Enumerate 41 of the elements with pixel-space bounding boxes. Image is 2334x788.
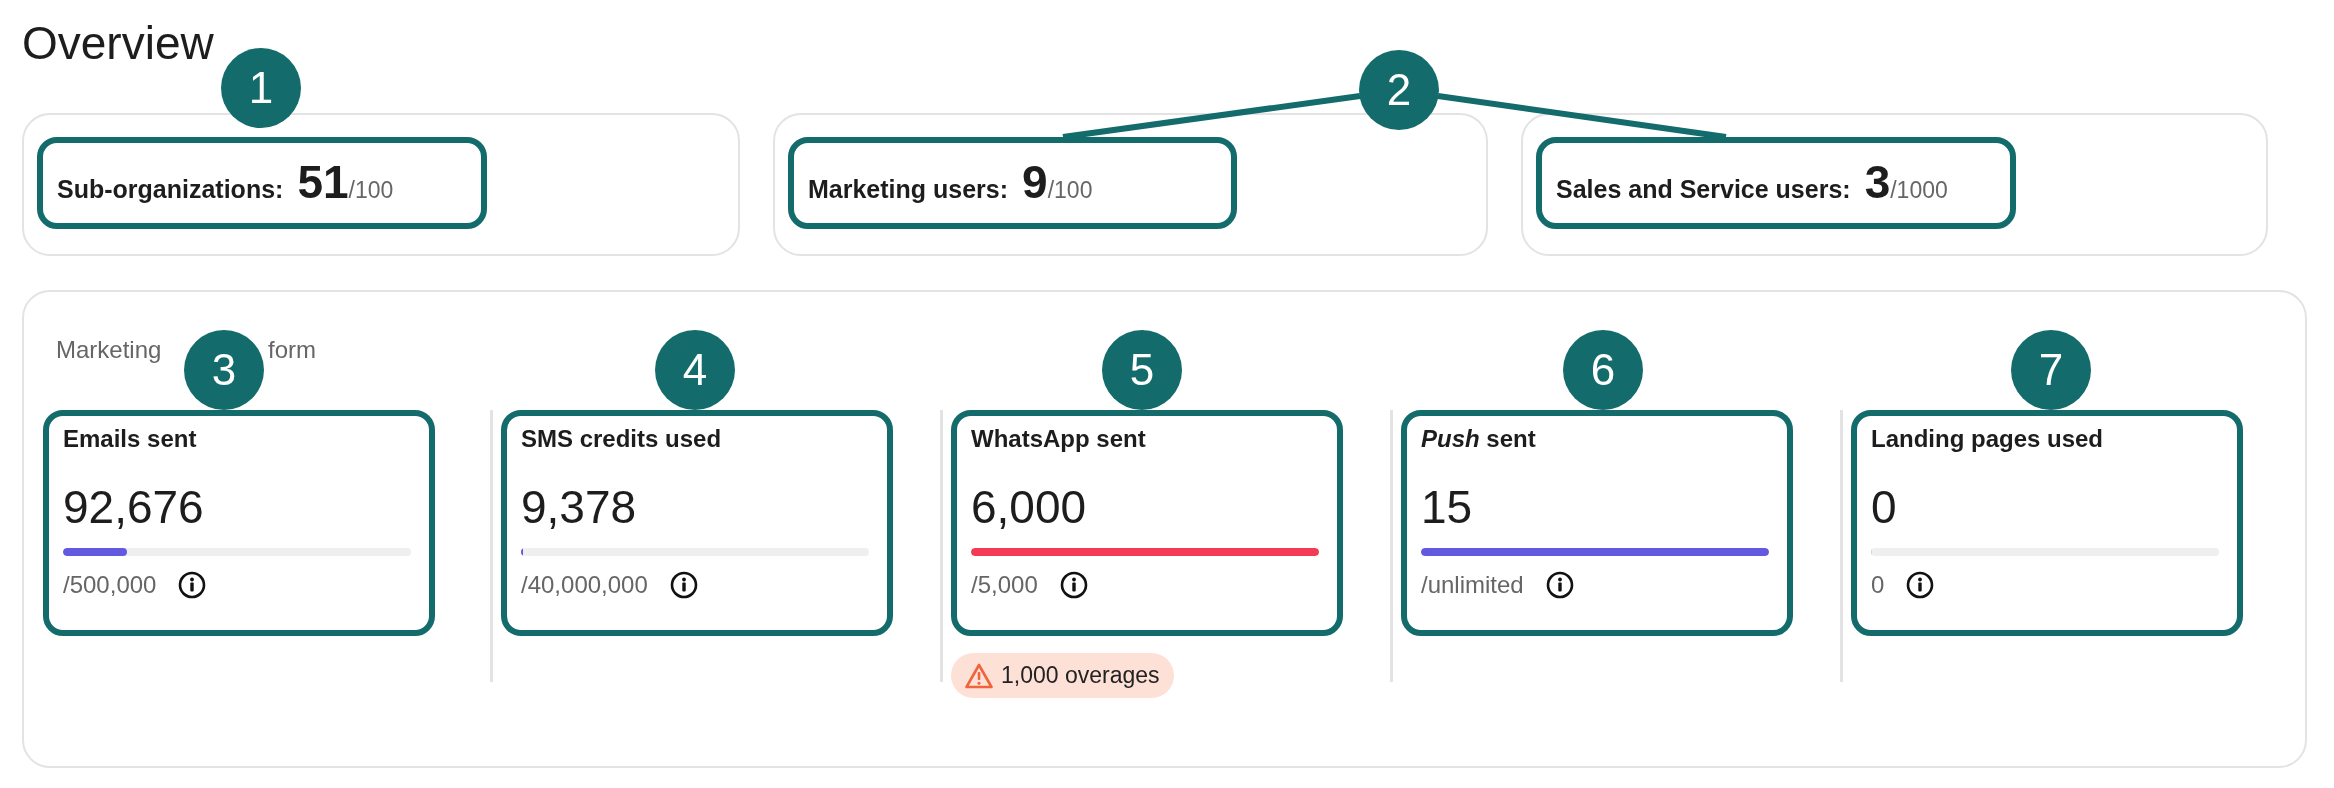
stat-value: 9	[1022, 157, 1048, 207]
info-icon[interactable]	[669, 571, 698, 599]
metric-title: Emails sent	[63, 424, 198, 454]
metric-title: Push sent	[1421, 424, 1537, 454]
stat-label: Sales and Service users:	[1556, 174, 1851, 205]
metric-value: 92,676	[63, 480, 205, 534]
metric-title: Landing pages used	[1871, 424, 2105, 454]
stat-limit: /1000	[1890, 177, 1948, 205]
stat-limit: /100	[1047, 177, 1093, 205]
metric-title: SMS credits used	[521, 424, 723, 454]
metric-limit: /40,000,000	[521, 570, 648, 600]
callout-badge: 5	[1102, 330, 1182, 410]
stat-limit: /100	[348, 177, 394, 205]
info-icon[interactable]	[1545, 571, 1574, 599]
warning-icon	[965, 662, 993, 689]
metric-limit: /5,000	[971, 570, 1038, 600]
section-label: form	[268, 336, 316, 363]
stat-label: Marketing users:	[808, 174, 1009, 205]
stat-value: 51	[297, 157, 349, 207]
metric-limit: /unlimited	[1421, 570, 1524, 600]
metric-title: WhatsApp sent	[971, 424, 1147, 454]
callout-badge: 3	[184, 330, 264, 410]
callout-badge: 7	[2011, 330, 2091, 410]
stat-label: Sub-organizations:	[57, 174, 284, 205]
callout-badge: 2	[1359, 50, 1439, 130]
info-icon[interactable]	[1059, 571, 1088, 599]
metric-limit: /500,000	[63, 570, 157, 600]
callout-badge: 4	[655, 330, 735, 410]
overage-text: 1,000 overages	[1001, 661, 1160, 691]
metric-value: 0	[1871, 480, 1898, 534]
metric-limit: 0	[1871, 570, 1885, 600]
page-title: Overview	[22, 16, 215, 70]
stat-value: 3	[1864, 157, 1891, 207]
info-icon[interactable]	[1906, 571, 1935, 599]
callout-badge: 6	[1563, 330, 1643, 410]
metric-value: 9,378	[521, 480, 638, 534]
section-label: Marketing	[56, 336, 162, 363]
callout-badge: 1	[221, 48, 301, 128]
metric-value: 6,000	[971, 480, 1088, 534]
info-icon[interactable]	[178, 571, 207, 599]
metric-value: 15	[1421, 480, 1474, 534]
